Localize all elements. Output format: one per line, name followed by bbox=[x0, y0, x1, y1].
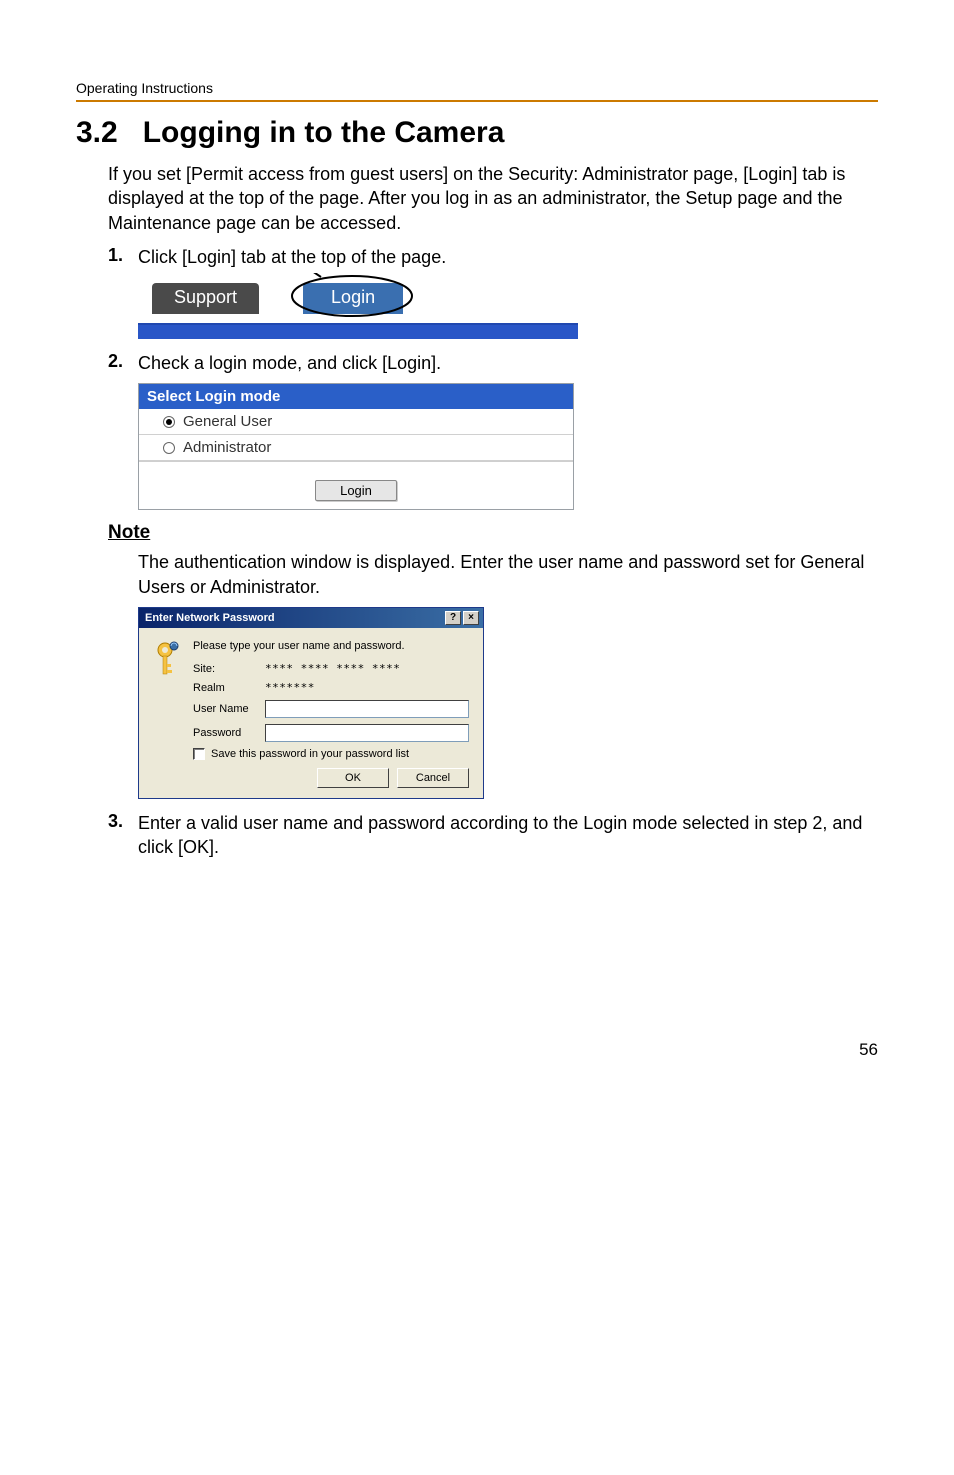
checkbox-icon[interactable] bbox=[193, 748, 205, 760]
page-number: 56 bbox=[76, 1040, 878, 1060]
step-3-number: 3. bbox=[108, 811, 138, 832]
tabs-underline-bar bbox=[138, 323, 578, 339]
username-input[interactable] bbox=[265, 700, 469, 718]
dialog-title: Enter Network Password bbox=[145, 612, 275, 624]
step-2-number: 2. bbox=[108, 351, 138, 372]
section-intro: If you set [Permit access from guest use… bbox=[108, 162, 878, 235]
running-header: Operating Instructions bbox=[76, 80, 878, 96]
realm-value: ******* bbox=[265, 681, 315, 694]
step-1-text: Click [Login] tab at the top of the page… bbox=[138, 245, 878, 269]
header-rule bbox=[76, 100, 878, 102]
step-1: 1. Click [Login] tab at the top of the p… bbox=[108, 245, 878, 269]
note-body: The authentication window is displayed. … bbox=[138, 550, 878, 599]
help-icon[interactable]: ? bbox=[445, 611, 461, 625]
tab-login[interactable]: Login bbox=[303, 283, 403, 314]
figure-password-dialog: Enter Network Password ? × bbox=[138, 607, 878, 799]
section-heading: Logging in to the Camera bbox=[143, 116, 505, 149]
section-title: 3.2 Logging in to the Camera bbox=[76, 116, 878, 150]
figure-login-mode: Select Login mode General User Administr… bbox=[138, 383, 878, 510]
save-password-label: Save this password in your password list bbox=[211, 748, 409, 760]
key-icon bbox=[153, 640, 183, 788]
radio-icon[interactable] bbox=[163, 416, 175, 428]
realm-label: Realm bbox=[193, 682, 265, 694]
step-2: 2. Check a login mode, and click [Login]… bbox=[108, 351, 878, 375]
close-icon[interactable]: × bbox=[463, 611, 479, 625]
username-label: User Name bbox=[193, 703, 265, 715]
figure-tabs: Support Login bbox=[138, 277, 878, 339]
password-input[interactable] bbox=[265, 724, 469, 742]
section-number: 3.2 bbox=[76, 116, 118, 149]
step-3-text: Enter a valid user name and password acc… bbox=[138, 811, 878, 860]
radio-label-general: General User bbox=[183, 413, 272, 430]
login-mode-title: Select Login mode bbox=[139, 384, 573, 409]
login-button[interactable]: Login bbox=[315, 480, 397, 501]
radio-label-admin: Administrator bbox=[183, 439, 271, 456]
radio-row-general[interactable]: General User bbox=[139, 409, 573, 435]
site-label: Site: bbox=[193, 663, 265, 675]
step-2-text: Check a login mode, and click [Login]. bbox=[138, 351, 878, 375]
step-3: 3. Enter a valid user name and password … bbox=[108, 811, 878, 860]
note-heading: Note bbox=[108, 522, 878, 544]
tab-support[interactable]: Support bbox=[152, 283, 259, 314]
step-1-number: 1. bbox=[108, 245, 138, 266]
cancel-button[interactable]: Cancel bbox=[397, 768, 469, 788]
dialog-instruction: Please type your user name and password. bbox=[193, 640, 469, 652]
password-label: Password bbox=[193, 727, 265, 739]
ok-button[interactable]: OK bbox=[317, 768, 389, 788]
radio-icon[interactable] bbox=[163, 442, 175, 454]
dialog-titlebar: Enter Network Password ? × bbox=[139, 608, 483, 628]
save-password-row[interactable]: Save this password in your password list bbox=[193, 748, 469, 760]
radio-row-admin[interactable]: Administrator bbox=[139, 435, 573, 461]
site-value: **** **** **** **** bbox=[265, 662, 400, 675]
